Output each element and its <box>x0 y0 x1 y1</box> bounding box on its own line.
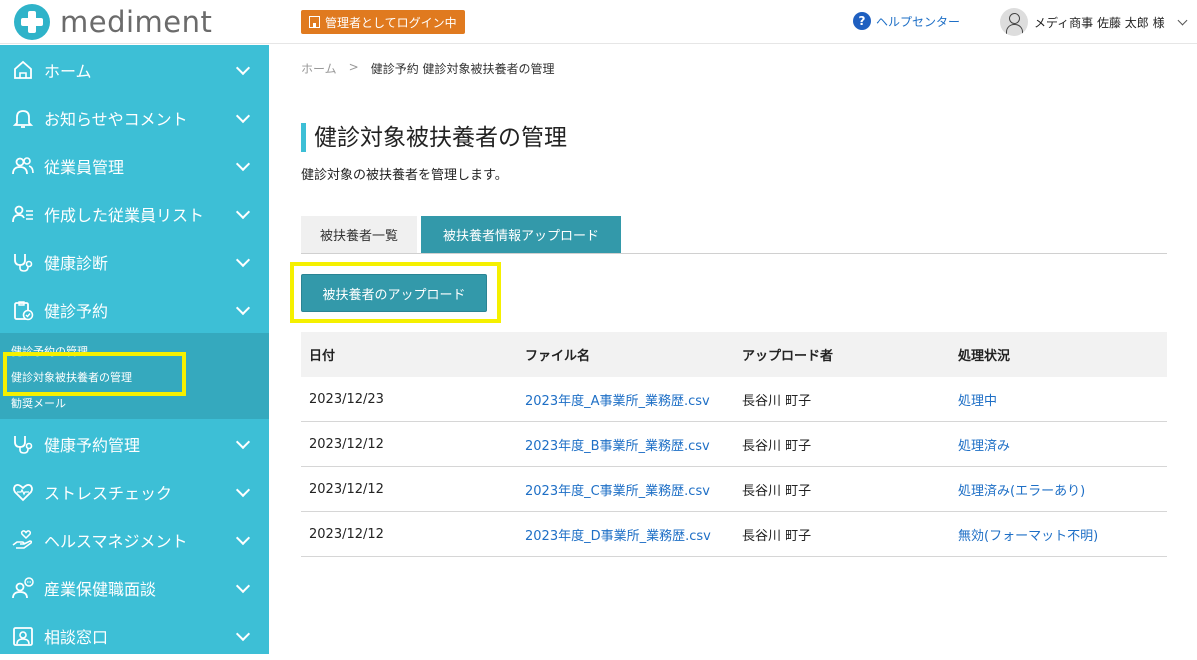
breadcrumb-separator: > <box>348 60 359 74</box>
page-description: 健診対象の被扶養者を管理します。 <box>301 168 508 183</box>
page-title: 健診対象被扶養者の管理 <box>314 125 567 151</box>
logo[interactable]: mediment <box>14 4 212 40</box>
sidebar-item-label: ホーム <box>44 62 92 81</box>
sidebar-item-label: お知らせやコメント <box>44 110 188 129</box>
hand-heart-icon <box>12 530 33 549</box>
avatar <box>1000 8 1028 36</box>
table-header: 日付 ファイル名 アップロード者 処理状況 <box>301 332 1167 377</box>
tab-dependents-list[interactable]: 被扶養者一覧 <box>301 216 417 253</box>
sidebar-item-notices[interactable]: お知らせやコメント <box>0 94 269 142</box>
sidebar-item-home[interactable]: ホーム <box>0 46 269 94</box>
user-name: メディ商事 佐藤 太郎 様 <box>1034 15 1165 30</box>
chevron-down-icon <box>235 204 251 219</box>
sidebar-item-stress-check[interactable]: ストレスチェック <box>0 468 269 516</box>
column-header-filename: ファイル名 <box>525 349 591 364</box>
sidebar-item-checkup-reservation[interactable]: 健診予約 <box>0 286 269 334</box>
table-row: 2023/12/12 2023年度_D事業所_業務歴.csv 長谷川 町子 無効… <box>301 512 1167 557</box>
cell-date: 2023/12/23 <box>309 392 384 407</box>
column-header-uploader: アップロード者 <box>742 349 834 364</box>
heart-icon <box>13 483 33 502</box>
help-center-link[interactable]: ? ヘルプセンター <box>853 12 960 30</box>
chevron-down-icon <box>235 578 251 593</box>
stethoscope-icon <box>14 436 33 454</box>
sidebar-item-health-checkup[interactable]: 健康診断 <box>0 238 269 286</box>
admin-badge-label: 管理者としてログイン中 <box>325 15 457 30</box>
contact-card-icon <box>13 627 33 646</box>
highlight-box <box>3 352 186 396</box>
sidebar-item-label: 作成した従業員リスト <box>44 206 205 225</box>
cell-date: 2023/12/12 <box>309 437 384 452</box>
cell-filename-link[interactable]: 2023年度_C事業所_業務歴.csv <box>525 467 710 512</box>
table-row: 2023/12/12 2023年度_C事業所_業務歴.csv 長谷川 町子 処理… <box>301 467 1167 512</box>
chevron-down-icon <box>235 482 251 497</box>
cell-filename-link[interactable]: 2023年度_A事業所_業務歴.csv <box>525 377 710 422</box>
title-accent-bar <box>301 123 306 152</box>
cell-date: 2023/12/12 <box>309 527 384 542</box>
sidebar-item-occupational-health-interview[interactable]: 産業保健職面談 <box>0 564 269 612</box>
cell-uploader: 長谷川 町子 <box>742 439 812 454</box>
logo-text: mediment <box>60 5 213 39</box>
chevron-down-icon <box>235 60 251 75</box>
sidebar-item-health-reservation-management[interactable]: 健康予約管理 <box>0 420 269 468</box>
tab-dependents-upload[interactable]: 被扶養者情報アップロード <box>421 216 621 253</box>
chevron-down-icon <box>235 434 251 449</box>
cell-date: 2023/12/12 <box>309 482 384 497</box>
breadcrumb: ホーム > 健診予約 健診対象被扶養者の管理 <box>301 60 555 77</box>
sidebar-item-label: 健康予約管理 <box>44 436 141 455</box>
sidebar-item-employees[interactable]: 従業員管理 <box>0 142 269 190</box>
chevron-down-icon <box>235 156 251 171</box>
cell-status-link[interactable]: 処理中 <box>958 377 997 422</box>
breadcrumb-home[interactable]: ホーム <box>301 60 337 77</box>
sidebar-item-health-management[interactable]: ヘルスマネジメント <box>0 516 269 564</box>
sidebar-item-label: ストレスチェック <box>44 484 173 503</box>
sidebar-item-label: 相談窓口 <box>44 628 109 647</box>
sidebar-item-label: 従業員管理 <box>44 158 125 177</box>
sidebar-item-label: 産業保健職面談 <box>44 580 157 599</box>
admin-login-badge: 管理者としてログイン中 <box>301 10 465 34</box>
sidebar-item-label: 健診予約 <box>44 302 109 321</box>
clipboard-check-icon <box>14 301 34 321</box>
chevron-down-icon <box>235 530 251 545</box>
sidebar-item-label: ヘルスマネジメント <box>44 532 188 551</box>
question-icon: ? <box>853 12 871 30</box>
user-menu[interactable]: メディ商事 佐藤 太郎 様 <box>1000 8 1188 36</box>
chevron-down-icon <box>1177 15 1188 25</box>
building-icon <box>309 16 320 28</box>
column-header-status: 処理状況 <box>958 349 1011 364</box>
breadcrumb-current: 健診予約 健診対象被扶養者の管理 <box>370 62 555 76</box>
cell-uploader: 長谷川 町子 <box>742 529 812 544</box>
sidebar-item-consultation[interactable]: 相談窓口 <box>0 612 269 660</box>
sidebar-item-employee-lists[interactable]: 作成した従業員リスト <box>0 190 269 238</box>
table-row: 2023/12/12 2023年度_B事業所_業務歴.csv 長谷川 町子 処理… <box>301 422 1167 467</box>
bell-icon <box>12 110 34 128</box>
chevron-down-icon <box>235 626 251 641</box>
submenu-item-recommendation-mail[interactable]: 勧奨メール <box>11 395 66 411</box>
table-row: 2023/12/23 2023年度_A事業所_業務歴.csv 長谷川 町子 処理… <box>301 377 1167 422</box>
chevron-down-icon <box>235 108 251 123</box>
chevron-down-icon <box>235 252 251 267</box>
cell-uploader: 長谷川 町子 <box>742 394 812 409</box>
cell-uploader: 長谷川 町子 <box>742 484 812 499</box>
chat-person-icon <box>12 577 34 599</box>
cell-filename-link[interactable]: 2023年度_B事業所_業務歴.csv <box>525 422 710 467</box>
sidebar: ホーム お知らせやコメント 従業員管理 作成した従業員リスト 健康診断 健診予約… <box>0 45 269 654</box>
user-list-icon <box>12 205 33 223</box>
cell-status-link[interactable]: 処理済み <box>958 422 1010 467</box>
home-icon <box>14 60 32 79</box>
logo-cross-icon <box>14 4 50 40</box>
chevron-down-icon <box>235 300 251 315</box>
tab-bar: 被扶養者一覧 被扶養者情報アップロード <box>301 216 1167 254</box>
sidebar-item-label: 健康診断 <box>44 254 109 273</box>
upload-history-table: 日付 ファイル名 アップロード者 処理状況 2023/12/23 2023年度_… <box>301 332 1167 557</box>
cell-status-link[interactable]: 無効(フォーマット不明) <box>958 512 1098 557</box>
cell-status-link[interactable]: 処理済み(エラーあり) <box>958 467 1085 512</box>
help-center-label: ヘルプセンター <box>876 14 961 29</box>
column-header-date: 日付 <box>309 349 336 364</box>
stethoscope-icon <box>14 254 33 272</box>
cell-filename-link[interactable]: 2023年度_D事業所_業務歴.csv <box>525 512 711 557</box>
users-icon <box>12 157 34 175</box>
top-header: mediment 管理者としてログイン中 ? ヘルプセンター メディ商事 佐藤 … <box>0 0 1197 44</box>
upload-dependents-button[interactable]: 被扶養者のアップロード <box>301 274 487 312</box>
